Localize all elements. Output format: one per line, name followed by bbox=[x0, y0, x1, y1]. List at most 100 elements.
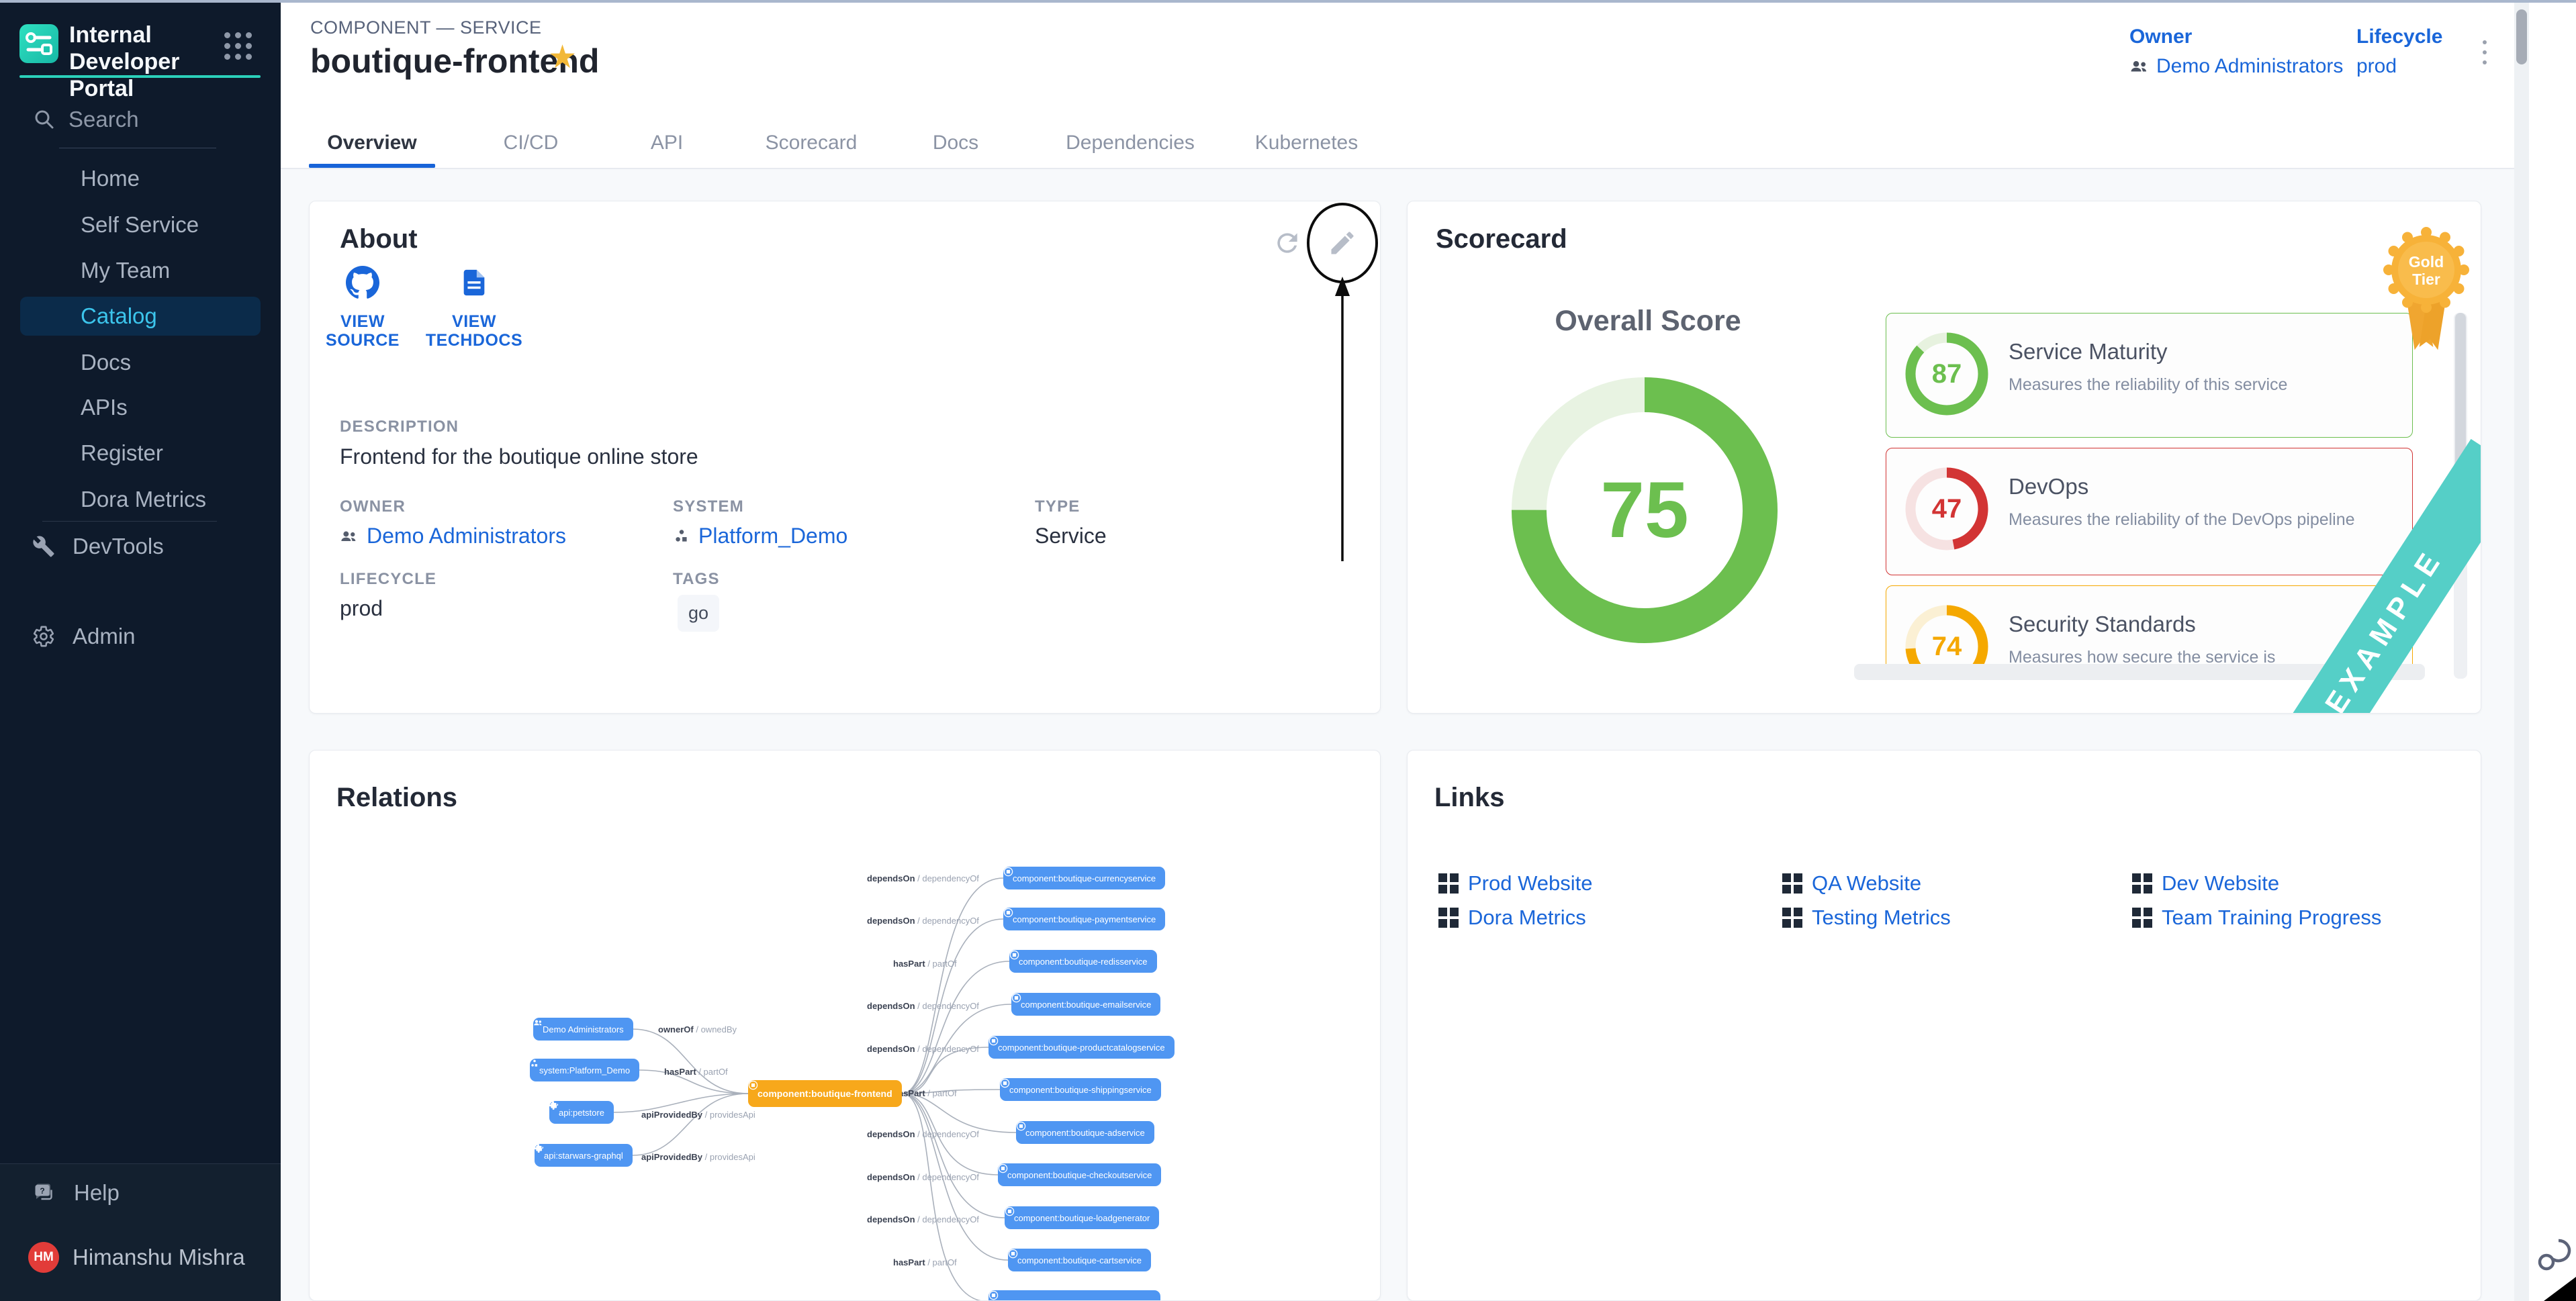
apps-grid-icon[interactable] bbox=[224, 32, 252, 60]
sidebar-item-my-team[interactable]: My Team bbox=[20, 251, 261, 290]
description-value: Frontend for the boutique online store bbox=[340, 444, 698, 469]
app-logo-icon[interactable] bbox=[19, 24, 58, 63]
app-title: Internal Developer Portal bbox=[69, 21, 224, 102]
sidebar-item-home[interactable]: Home bbox=[20, 159, 261, 198]
relations-card: Relations component:boutique-frontendown… bbox=[309, 750, 1381, 1301]
type-field-value: Service bbox=[1035, 524, 1107, 548]
tag-chip[interactable]: go bbox=[678, 595, 719, 632]
relation-node-component-boutique-loadgenerator[interactable]: component:boutique-loadgenerator bbox=[1005, 1206, 1159, 1229]
system-icon bbox=[530, 1059, 539, 1068]
relation-node-demo-administrators[interactable]: Demo Administrators bbox=[533, 1018, 633, 1041]
link-dora-metrics[interactable]: Dora Metrics bbox=[1438, 906, 1586, 930]
tab-dependencies[interactable]: Dependencies bbox=[1046, 119, 1214, 166]
relation-node-component-boutique-redisservice[interactable]: component:boutique-redisservice bbox=[1009, 950, 1157, 973]
dashboard-icon bbox=[1782, 873, 1802, 894]
owner-meta[interactable]: Owner Demo Administrators bbox=[2129, 26, 2343, 78]
node-label: component:boutique-frontend bbox=[757, 1088, 892, 1099]
node-label: component:boutique-paymentservice bbox=[1013, 914, 1156, 924]
favorite-star-icon[interactable]: ★ bbox=[548, 42, 577, 74]
component-icon bbox=[998, 1163, 1008, 1173]
component-icon bbox=[1000, 1078, 1010, 1088]
tab-bar: OverviewCI/CDAPIScorecardDocsDependencie… bbox=[281, 168, 2514, 171]
edge-label: dependsOn / dependencyOf bbox=[867, 1001, 979, 1011]
link-qa-website[interactable]: QA Website bbox=[1782, 871, 1921, 896]
tab-ci-cd[interactable]: CI/CD bbox=[482, 119, 580, 166]
relation-node-component-boutique-paymentservice[interactable]: component:boutique-paymentservice bbox=[1003, 908, 1165, 930]
sidebar-item-dora-metrics[interactable]: Dora Metrics bbox=[20, 480, 261, 519]
chat-widget-icon[interactable] bbox=[2533, 1234, 2573, 1274]
tab-overview[interactable]: Overview bbox=[309, 119, 435, 166]
link-label: Dev Website bbox=[2162, 871, 2279, 896]
metric-card-devops[interactable]: 47DevOpsMeasures the reliability of the … bbox=[1886, 448, 2413, 575]
relation-node-component-boutique-frontend[interactable]: component:boutique-frontend bbox=[748, 1080, 902, 1107]
edge-label: dependsOn / dependencyOf bbox=[867, 1044, 979, 1054]
link-prod-website[interactable]: Prod Website bbox=[1438, 871, 1593, 896]
dashboard-icon bbox=[1438, 873, 1459, 894]
relation-node-component-boutique-adservice[interactable]: component:boutique-adservice bbox=[1016, 1121, 1154, 1144]
page-vertical-scrollbar[interactable] bbox=[2514, 3, 2529, 1301]
system-field-label: SYSTEM bbox=[673, 497, 744, 516]
tab-api[interactable]: API bbox=[630, 119, 704, 166]
sidebar-item-self-service[interactable]: Self Service bbox=[20, 205, 261, 244]
component-icon bbox=[1008, 1249, 1018, 1259]
overall-score-donut: 75 bbox=[1504, 369, 1786, 651]
techdocs-icon bbox=[459, 266, 490, 299]
svg-text:Tier: Tier bbox=[2412, 271, 2440, 288]
lifecycle-label: Lifecycle bbox=[2356, 26, 2442, 48]
tab-kubernetes[interactable]: Kubernetes bbox=[1234, 119, 1379, 166]
links-card: Links Prod WebsiteQA WebsiteDev WebsiteD… bbox=[1407, 750, 2481, 1301]
relation-node-component-boutique-checkoutservice[interactable]: component:boutique-checkoutservice bbox=[998, 1163, 1161, 1186]
tab-scorecard[interactable]: Scorecard bbox=[744, 119, 878, 166]
lifecycle-field-label: LIFECYCLE bbox=[340, 570, 436, 589]
link-label: Prod Website bbox=[1468, 871, 1593, 896]
metric-card-service-maturity[interactable]: 87Service MaturityMeasures the reliabili… bbox=[1886, 313, 2413, 438]
node-label: component:boutique-productcatalogservice bbox=[998, 1043, 1165, 1053]
relation-node-partial[interactable] bbox=[988, 1290, 1160, 1301]
active-tab-underline bbox=[309, 164, 435, 168]
sidebar-search[interactable]: Search bbox=[34, 105, 248, 134]
relation-node-api-petstore[interactable]: api:petstore bbox=[549, 1101, 614, 1124]
refresh-icon[interactable] bbox=[1273, 228, 1302, 258]
metric-name: DevOps bbox=[2009, 474, 2088, 499]
relation-node-component-boutique-emailservice[interactable]: component:boutique-emailservice bbox=[1011, 993, 1160, 1016]
metric-description: Measures the reliability of this service bbox=[2009, 375, 2287, 395]
relation-node-component-boutique-cartservice[interactable]: component:boutique-cartservice bbox=[1008, 1249, 1151, 1271]
group-icon bbox=[533, 1018, 543, 1028]
node-label: api:starwars-graphql bbox=[544, 1151, 623, 1161]
sidebar-item-devtools[interactable]: DevTools bbox=[32, 528, 261, 565]
tab-docs[interactable]: Docs bbox=[919, 119, 993, 166]
owner-field-value[interactable]: Demo Administrators bbox=[340, 524, 566, 548]
overall-score-value: 75 bbox=[1504, 470, 1786, 550]
node-label: Demo Administrators bbox=[543, 1024, 624, 1034]
relation-node-system-platform-demo[interactable]: system:Platform_Demo bbox=[530, 1059, 639, 1081]
search-placeholder: Search bbox=[68, 107, 139, 132]
relation-node-component-boutique-currencyservice[interactable]: component:boutique-currencyservice bbox=[1003, 867, 1165, 889]
scorecard-heading: Scorecard bbox=[1436, 224, 1567, 254]
api-icon bbox=[549, 1101, 559, 1110]
sidebar-item-help[interactable]: ? Help bbox=[32, 1176, 247, 1210]
relation-node-component-boutique-shippingservice[interactable]: component:boutique-shippingservice bbox=[1000, 1078, 1161, 1101]
cursor-artifact bbox=[2544, 1277, 2576, 1301]
user-profile[interactable]: HM Himanshu Mishra bbox=[28, 1239, 270, 1275]
system-field-value[interactable]: Platform_Demo bbox=[673, 524, 847, 548]
relation-node-api-starwars-graphql[interactable]: api:starwars-graphql bbox=[535, 1144, 633, 1167]
node-label: system:Platform_Demo bbox=[539, 1065, 630, 1075]
tags-field-label: TAGS bbox=[673, 570, 720, 589]
sidebar-item-register[interactable]: Register bbox=[20, 434, 261, 473]
sidebar-item-admin[interactable]: Admin bbox=[32, 618, 261, 655]
sidebar-item-catalog[interactable]: Catalog bbox=[20, 297, 261, 336]
sidebar-item-docs[interactable]: Docs bbox=[20, 343, 261, 382]
sidebar-item-apis[interactable]: APIs bbox=[20, 388, 261, 427]
link-team-training-progress[interactable]: Team Training Progress bbox=[2132, 906, 2381, 930]
link-testing-metrics[interactable]: Testing Metrics bbox=[1782, 906, 1951, 930]
edit-pencil-icon[interactable] bbox=[1328, 228, 1357, 258]
view-techdocs-action[interactable]: VIEWTECHDOCS bbox=[400, 266, 548, 350]
link-dev-website[interactable]: Dev Website bbox=[2132, 871, 2279, 896]
relation-node-component-boutique-productcatalogservice[interactable]: component:boutique-productcatalogservice bbox=[988, 1036, 1175, 1059]
edge-label: dependsOn / dependencyOf bbox=[867, 916, 979, 926]
edge-label: apiProvidedBy / providesApi bbox=[641, 1110, 755, 1120]
metric-score: 47 bbox=[1904, 466, 1990, 552]
edge-label: dependsOn / dependencyOf bbox=[867, 873, 979, 883]
edge-label: hasPart / partOf bbox=[893, 1088, 957, 1098]
more-options-kebab-icon[interactable] bbox=[2471, 32, 2498, 73]
